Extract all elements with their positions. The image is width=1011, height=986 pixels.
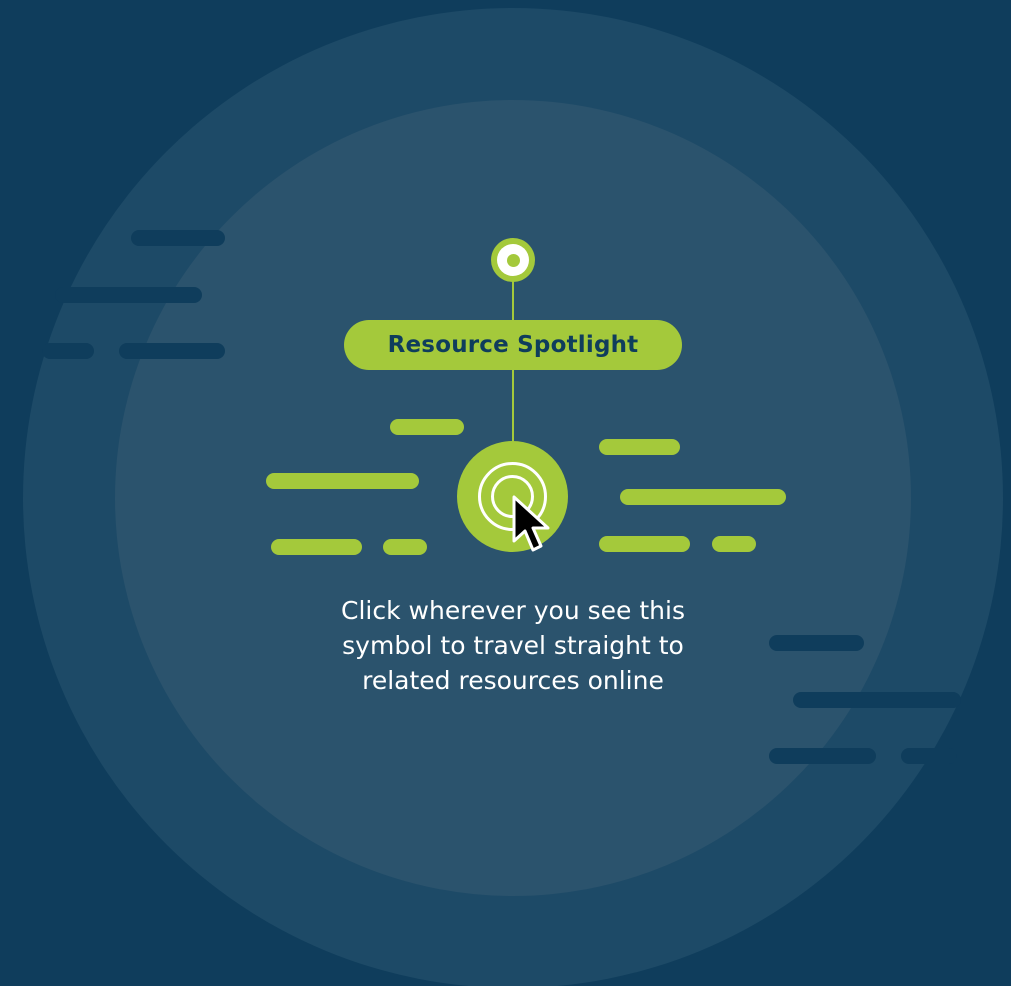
connector-line-bottom [512,368,514,444]
motion-line [620,489,786,505]
decorative-dash [769,748,876,764]
motion-line [266,473,419,489]
motion-line [599,439,680,455]
caption-line: Click wherever you see this [341,596,685,625]
motion-line [390,419,464,435]
motion-line [383,539,427,555]
badge-label: Resource Spotlight [387,332,639,358]
instruction-text: Click wherever you see this symbol to tr… [255,593,771,698]
motion-line [271,539,362,555]
motion-line [712,536,756,552]
mouse-pointer-icon [512,495,550,552]
decorative-dash [769,635,864,651]
decorative-dash [55,287,202,303]
resource-spotlight-badge: Resource Spotlight [344,320,682,370]
decorative-dash [119,343,225,359]
connector-line-top [512,280,514,322]
decorative-dash [131,230,225,246]
spotlight-panel: Resource Spotlight Click wherever you se… [0,0,1011,986]
pin-dot-icon [491,238,535,282]
caption-line: symbol to travel straight to [342,631,684,660]
decorative-dash [901,748,957,764]
caption-line: related resources online [362,666,664,695]
motion-line [599,536,690,552]
decorative-dash [42,343,94,359]
decorative-dash [793,692,961,708]
